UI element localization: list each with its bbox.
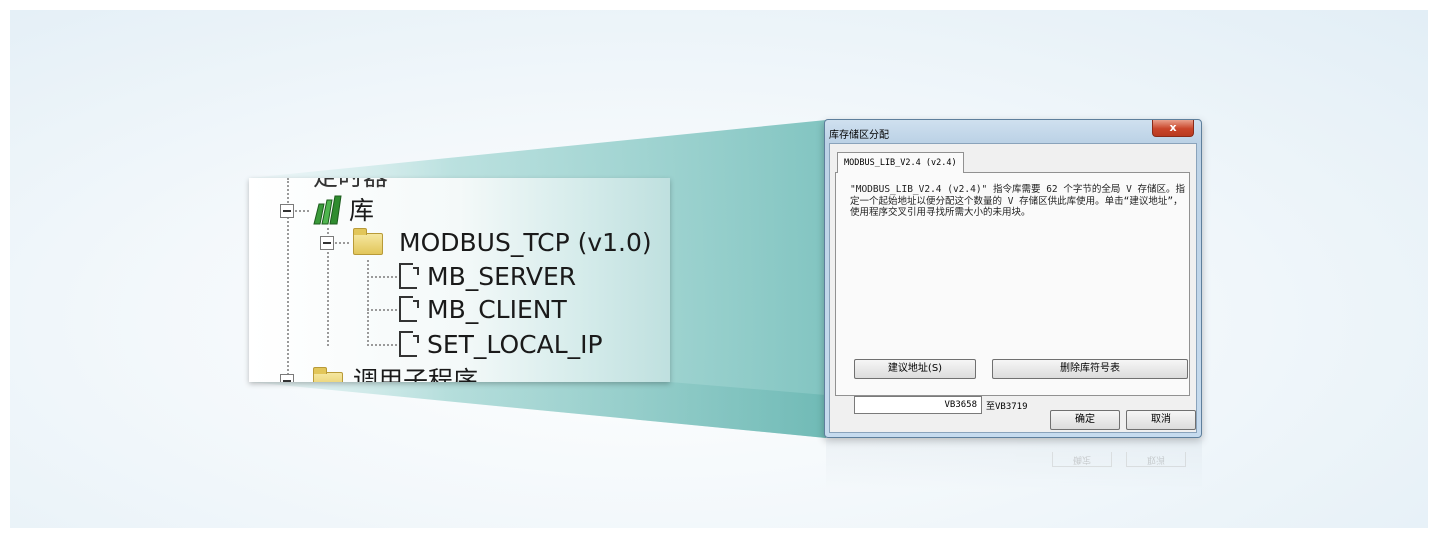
instruction-block-icon xyxy=(399,263,419,289)
expand-toggle-icon[interactable] xyxy=(280,374,294,382)
library-icon xyxy=(311,194,345,230)
description-text: "MODBUS_LIB_V2.4 (v2.4)" 指令库需要 62 个字节的全局… xyxy=(850,184,1186,218)
dialog-body: MODBUS_LIB_V2.4 (v2.4) "MODBUS_LIB_V2.4 … xyxy=(829,143,1197,433)
tree-connector-line xyxy=(295,210,309,212)
tree-connector-line xyxy=(367,260,369,346)
end-address-label: 至VB3719 xyxy=(986,402,1028,412)
close-button[interactable]: x xyxy=(1152,120,1194,137)
dialog-reflection: 确定 取消 xyxy=(826,440,1202,490)
folder-icon xyxy=(353,228,383,255)
tree-item-mb-server[interactable]: MB_SERVER xyxy=(427,264,576,289)
collapse-toggle-icon[interactable] xyxy=(320,236,334,250)
tab-modbus-lib[interactable]: MODBUS_LIB_V2.4 (v2.4) xyxy=(837,152,964,173)
tree-item-set-local-ip[interactable]: SET_LOCAL_IP xyxy=(427,332,603,357)
tree-connector-line xyxy=(367,309,397,311)
tree-connector-line xyxy=(335,242,349,244)
cancel-button[interactable]: 取消 xyxy=(1126,410,1196,430)
folder-icon xyxy=(313,367,343,382)
background-stage xyxy=(10,10,1428,528)
instruction-block-icon xyxy=(399,296,419,322)
tree-connector-line xyxy=(367,276,397,278)
tree-item-mb-client[interactable]: MB_CLIENT xyxy=(427,297,567,322)
library-memory-dialog: 库存储区分配 x MODBUS_LIB_V2.4 (v2.4) "MODBUS_… xyxy=(824,119,1202,438)
start-address-input[interactable]: VB3658 xyxy=(854,396,982,414)
tab-panel: "MODBUS_LIB_V2.4 (v2.4)" 指令库需要 62 个字节的全局… xyxy=(835,172,1190,414)
tree-connector-line xyxy=(367,344,397,346)
zoomed-tree-view: 定时器 库 MODBUS_TCP (v1.0) MB_SERVER MB_CLI… xyxy=(249,178,670,382)
collapse-toggle-icon[interactable] xyxy=(280,204,294,218)
reflection-cancel: 取消 xyxy=(1126,452,1186,467)
close-icon: x xyxy=(1169,121,1177,134)
tree-item-modbus-tcp[interactable]: MODBUS_TCP (v1.0) xyxy=(399,230,652,255)
dialog-title: 库存储区分配 xyxy=(829,130,889,141)
suggest-address-button[interactable]: 建议地址(S) xyxy=(854,359,976,379)
tree-item-library[interactable]: 库 xyxy=(349,198,374,223)
delete-symbol-table-button[interactable]: 删除库符号表 xyxy=(992,359,1188,379)
tree-item-partial-top: 定时器 xyxy=(313,178,388,189)
tree-item-partial-bottom[interactable]: 调用子程序 xyxy=(353,368,478,382)
reflection-ok: 确定 xyxy=(1052,452,1112,467)
instruction-block-icon xyxy=(399,331,419,357)
ok-button[interactable]: 确定 xyxy=(1050,410,1120,430)
